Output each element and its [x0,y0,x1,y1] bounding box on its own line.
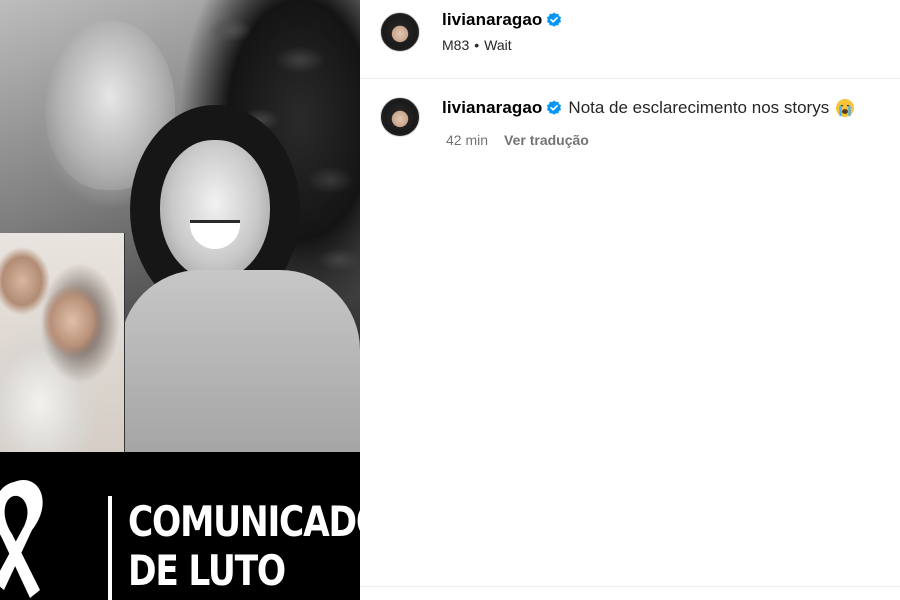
inset-childhood-photo [0,233,125,452]
banner-title-line-1: COMUNICADO [128,497,360,546]
post-details: livianaragao M83 • Wait livianaragao Nota … [360,0,900,600]
caption-text: Nota de esclarecimento nos storys [568,98,830,117]
denim-shirt [120,270,360,452]
audio-title: Wait [484,37,512,53]
crying-face-emoji-icon [836,99,855,117]
caption-timestamp[interactable]: 42 min [446,132,488,148]
mourning-banner: COMUNICADO DE LUTO [0,452,360,600]
post-modal: COMUNICADO DE LUTO livianaragao M83 • Wait… [0,0,900,600]
subtitle-separator: • [474,37,480,53]
header-username-row: livianaragao [442,10,562,30]
divider [360,586,900,587]
post-header: livianaragao M83 • Wait [360,0,900,79]
banner-divider [108,496,112,600]
caption-avatar[interactable] [380,97,420,137]
caption-line: livianaragao Nota de esclarecimento nos … [442,98,855,118]
verified-badge-icon [547,100,562,115]
mourning-ribbon-icon [0,480,43,598]
caption-username-link[interactable]: livianaragao [442,98,542,118]
see-translation-button[interactable]: Ver tradução [504,132,589,148]
banner-title-line-2: DE LUTO [128,546,286,595]
avatar[interactable] [380,12,420,52]
audio-artist: M83 [442,37,470,53]
verified-badge-icon [547,12,562,27]
caption-meta: 42 min Ver tradução [446,132,589,148]
username-link[interactable]: livianaragao [442,10,542,30]
audio-track-link[interactable]: M83 • Wait [442,37,512,53]
post-media[interactable]: COMUNICADO DE LUTO [0,0,360,600]
woman-face [160,140,270,280]
